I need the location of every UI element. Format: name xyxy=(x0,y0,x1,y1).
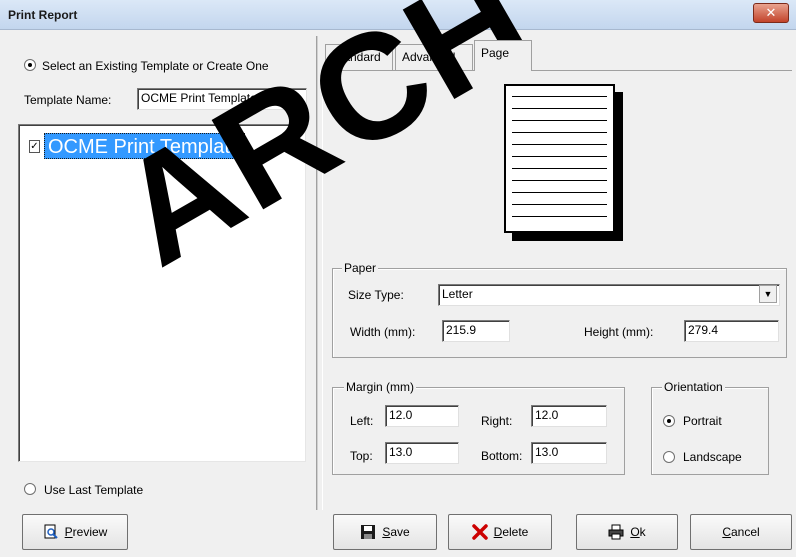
radio-landscape[interactable] xyxy=(663,451,675,466)
margin-bottom-input[interactable]: 13.0 xyxy=(531,442,607,464)
size-type-select[interactable]: Letter xyxy=(438,284,780,306)
template-name-label: Template Name: xyxy=(24,93,112,107)
radio-landscape-indicator[interactable] xyxy=(663,451,675,463)
preview-icon xyxy=(43,524,59,540)
radio-portrait-label: Portrait xyxy=(683,414,722,428)
margin-top-label: Top: xyxy=(350,449,373,463)
window-title: Print Report xyxy=(8,8,78,22)
panel-divider xyxy=(316,36,318,510)
width-label: Width (mm): xyxy=(350,325,416,339)
tree-item-template[interactable]: OCME Print Template xyxy=(44,133,246,159)
margin-top-input[interactable]: 13.0 xyxy=(385,442,459,464)
margin-right-label: Right: xyxy=(481,414,513,428)
paper-group-legend: Paper xyxy=(342,261,379,275)
margin-bottom-label: Bottom: xyxy=(481,449,523,463)
radio-last-template[interactable] xyxy=(24,483,36,498)
radio-last-indicator[interactable] xyxy=(24,483,36,495)
delete-label: Delete xyxy=(493,525,529,539)
close-button[interactable]: ✕ xyxy=(753,3,789,23)
printer-icon xyxy=(608,524,624,540)
tab-advanced[interactable]: Advanced xyxy=(395,44,473,70)
orientation-group-legend: Orientation xyxy=(662,380,725,394)
margin-left-input[interactable]: 12.0 xyxy=(385,405,459,427)
margin-right-input[interactable]: 12.0 xyxy=(531,405,607,427)
template-name-input[interactable]: OCME Print Template xyxy=(137,88,307,110)
preview-label: Preview xyxy=(64,525,108,539)
tab-standard[interactable]: Standard xyxy=(325,44,393,70)
radio-existing-template[interactable] xyxy=(24,59,36,74)
height-input[interactable]: 279.4 xyxy=(684,320,779,342)
cancel-label: Cancel xyxy=(722,525,760,539)
width-input[interactable]: 215.9 xyxy=(442,320,510,342)
save-button[interactable]: Save xyxy=(333,514,437,550)
floppy-disk-icon xyxy=(360,524,376,540)
close-icon: ✕ xyxy=(765,5,777,20)
page-preview-icon xyxy=(504,84,615,233)
height-label: Height (mm): xyxy=(584,325,654,339)
paper-group xyxy=(332,268,787,358)
ok-button[interactable]: Ok xyxy=(576,514,678,550)
tab-page[interactable]: Page xyxy=(474,40,532,71)
margin-left-label: Left: xyxy=(350,414,374,428)
checkbox-icon[interactable]: ✓ xyxy=(29,140,40,153)
chevron-down-icon[interactable]: ▼ xyxy=(759,285,777,303)
template-tree[interactable]: ✓ OCME Print Template xyxy=(18,124,306,462)
radio-landscape-label: Landscape xyxy=(683,450,742,464)
radio-portrait-indicator[interactable] xyxy=(663,415,675,427)
preview-button[interactable]: Preview xyxy=(22,514,128,550)
save-label: Save xyxy=(382,525,410,539)
radio-portrait[interactable] xyxy=(663,415,675,430)
radio-existing-label: Select an Existing Template or Create On… xyxy=(42,59,269,73)
margin-group-legend: Margin (mm) xyxy=(344,380,416,394)
radio-last-label: Use Last Template xyxy=(44,483,144,497)
delete-button[interactable]: Delete xyxy=(448,514,552,550)
delete-x-icon xyxy=(471,524,488,540)
radio-existing-indicator[interactable] xyxy=(24,59,36,71)
title-bar xyxy=(0,0,796,30)
size-type-label: Size Type: xyxy=(348,288,404,302)
ok-label: Ok xyxy=(630,525,646,539)
cancel-button[interactable]: Cancel xyxy=(690,514,792,550)
